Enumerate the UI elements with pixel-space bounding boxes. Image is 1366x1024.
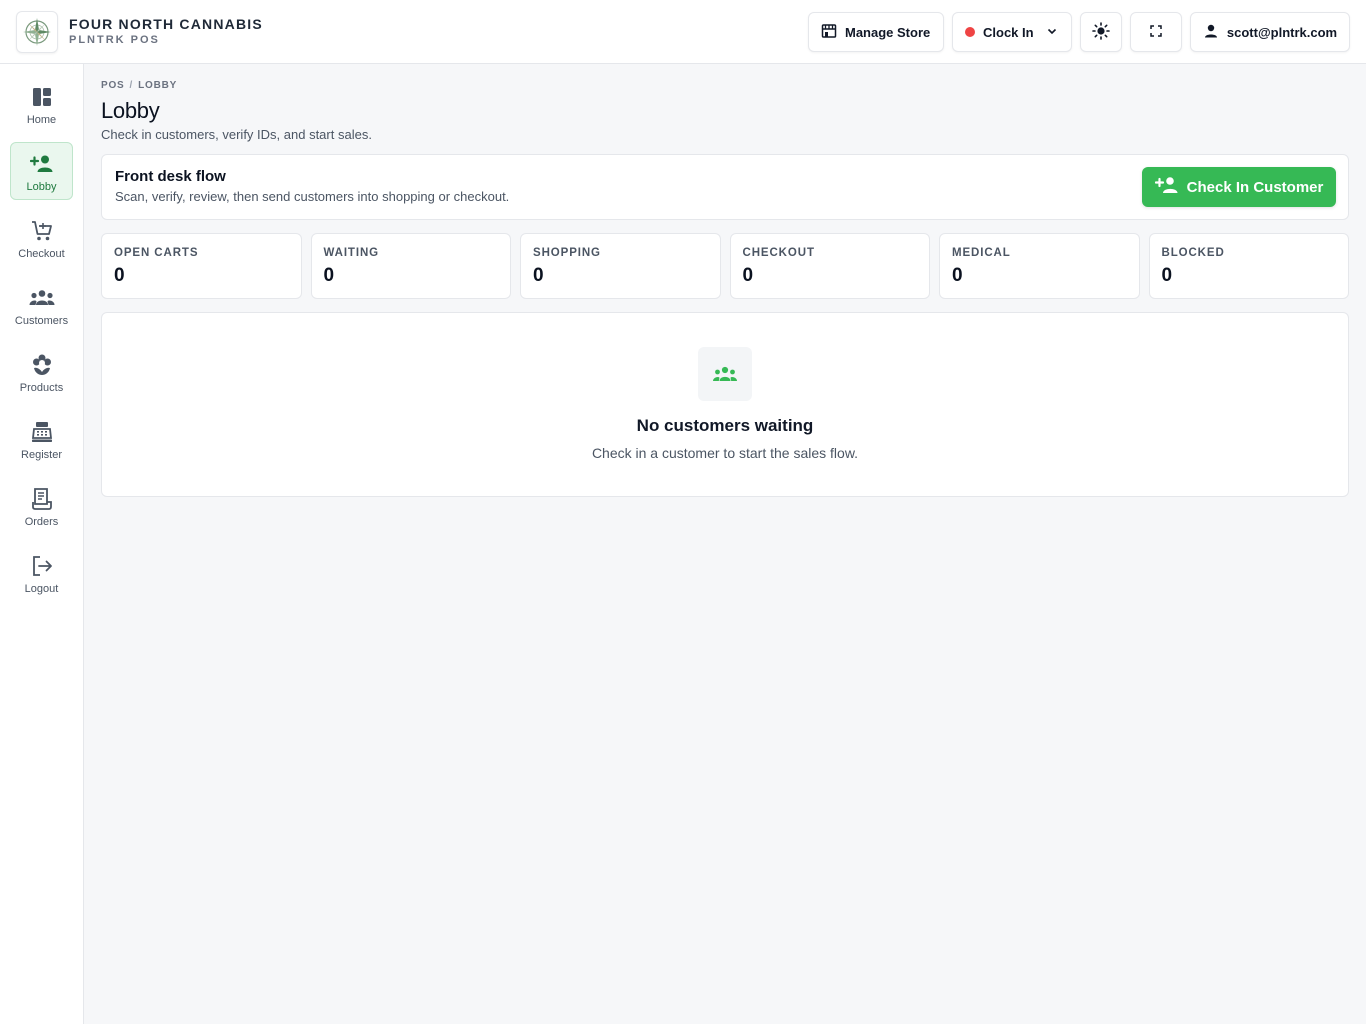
stat-card-open-carts: OPEN CARTS 0 [101,233,302,299]
dashboard-icon [32,84,52,110]
sidebar-item-label: Customers [14,315,69,327]
user-account-button[interactable]: scott@plntrk.com [1190,12,1350,52]
sidebar-item-lobby[interactable]: Lobby [10,142,73,200]
stat-value: 0 [742,265,754,286]
stat-card-waiting: WAITING 0 [310,233,511,299]
stat-label: CHECKOUT [742,247,815,259]
stat-card-checkout: CHECKOUT 0 [729,233,930,299]
empty-state-title: No customers waiting [636,416,814,435]
fullscreen-icon [1149,24,1163,41]
stat-label: SHOPPING [533,247,601,259]
sidebar: Home Lobby Checkout Customers Products R… [0,64,84,1024]
stat-card-shopping: SHOPPING 0 [520,233,721,299]
sidebar-item-label: Products [19,382,64,394]
sun-icon [1092,21,1110,43]
manage-store-label: Manage Store [845,24,931,40]
page-title: Lobby [101,98,160,123]
chevron-down-icon [1046,25,1058,40]
sidebar-item-register[interactable]: Register [10,411,73,469]
receipt-icon [31,486,52,512]
header-actions: Manage Store Clock In scott@plntrk.com [808,12,1350,52]
clock-in-label: Clock In [983,24,1034,40]
sidebar-item-label: Checkout [18,248,65,260]
stat-label: OPEN CARTS [114,247,199,259]
stat-value: 0 [533,265,544,286]
stat-card-medical: MEDICAL 0 [939,233,1140,299]
sidebar-item-label: Lobby [26,181,57,193]
sidebar-item-logout[interactable]: Logout [10,545,73,603]
sidebar-item-customers[interactable]: Customers [10,277,73,335]
brand-subtitle: PLNTRK POS [69,34,160,46]
user-email: scott@plntrk.com [1226,24,1338,40]
user-icon [1203,23,1219,42]
clock-in-dropdown[interactable]: Clock In [952,12,1072,52]
sidebar-item-products[interactable]: Products [10,344,73,402]
manage-store-button[interactable]: Manage Store [808,12,944,52]
empty-state-panel: No customers waiting Check in a customer… [101,312,1349,497]
sidebar-item-label: Logout [24,583,59,595]
breadcrumb-current: LOBBY [138,80,178,91]
main-content: POS / LOBBY Lobby Check in customers, veri… [101,64,1349,497]
front-desk-flow-card: Front desk flow Scan, verify, review, th… [101,154,1349,220]
sidebar-item-label: Home [26,114,57,126]
logout-icon [31,553,53,579]
cart-icon [31,218,53,244]
theme-toggle-button[interactable] [1080,12,1122,52]
page-subtitle: Check in customers, verify IDs, and star… [101,127,372,142]
flower-icon [32,352,52,378]
stats-row: OPEN CARTS 0 WAITING 0 SHOPPING 0 CHECKO… [101,233,1349,299]
stat-label: WAITING [323,247,379,259]
breadcrumb: POS / LOBBY [101,80,178,91]
breadcrumb-root[interactable]: POS [101,80,125,91]
sidebar-item-checkout[interactable]: Checkout [10,210,73,268]
people-icon [698,347,752,401]
stat-value: 0 [1161,265,1173,286]
stat-label: MEDICAL [952,247,1011,259]
people-icon [29,285,55,311]
stat-label: BLOCKED [1161,247,1225,259]
compass-logo-icon [16,10,58,53]
stat-value: 0 [952,265,963,286]
clock-status-dot [965,27,975,37]
top-bar: FOUR NORTH CANNABIS PLNTRK POS Manage St… [0,0,1366,64]
empty-state-subtitle: Check in a customer to start the sales f… [591,445,859,461]
brand-name: FOUR NORTH CANNABIS [69,16,263,32]
stat-value: 0 [114,265,125,286]
stat-card-blocked: BLOCKED 0 [1148,233,1349,299]
register-icon [31,419,53,445]
fullscreen-button[interactable] [1130,12,1182,52]
check-in-customer-button[interactable]: Check In Customer [1142,167,1336,207]
check-in-customer-label: Check In Customer [1186,178,1324,196]
sidebar-item-label: Orders [24,516,59,528]
store-icon [821,23,837,42]
brand: FOUR NORTH CANNABIS PLNTRK POS [16,10,263,53]
person-add-icon [1154,176,1179,198]
sidebar-item-orders[interactable]: Orders [10,478,73,536]
stat-value: 0 [323,265,335,286]
sidebar-item-home[interactable]: Home [10,76,73,134]
sidebar-item-label: Register [21,449,62,461]
person-add-icon [29,151,54,177]
